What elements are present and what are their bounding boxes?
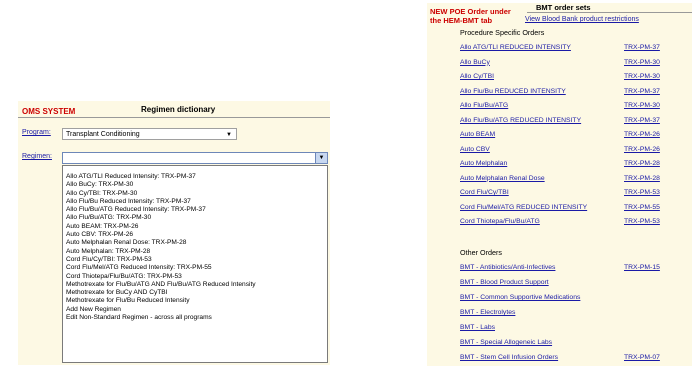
regimen-option[interactable]: Methotrexate for Flu/Bu/ATG AND Flu/Bu/A… [66, 281, 327, 289]
regimen-option[interactable]: Auto Melphalan: TRX-PM-28 [66, 248, 327, 256]
program-select[interactable]: Transplant Conditioning ▼ [62, 128, 237, 140]
order-code-link[interactable]: TRX-PM-30 [624, 73, 660, 80]
regimen-option[interactable]: Cord Flu/Mel/ATG Reduced Intensity: TRX-… [66, 264, 327, 272]
order-code-link[interactable]: TRX-PM-30 [624, 102, 660, 109]
order-row: BMT - Antibiotics/Anti-Infectives TRX-PM… [460, 264, 690, 273]
dropdown-arrow-icon[interactable]: ▼ [315, 153, 327, 163]
order-row: BMT - Blood Product Support [460, 279, 690, 288]
order-row: Allo Flu/Bu/ATG TRX-PM-30 [460, 102, 690, 111]
order-row: BMT - Common Supportive Medications [460, 294, 690, 303]
order-link[interactable]: Auto Melphalan [460, 160, 507, 167]
order-row: Allo Flu/Bu/ATG REDUCED INTENSITY TRX-PM… [460, 117, 690, 126]
regimen-option[interactable]: Methotrexate for BuCy AND CyTBI [66, 289, 327, 297]
order-row: Cord Flu/Mel/ATG REDUCED INTENSITY TRX-P… [460, 204, 690, 213]
oms-system-label: OMS SYSTEM [22, 107, 76, 116]
order-link[interactable]: Allo Flu/Bu/ATG REDUCED INTENSITY [460, 117, 581, 124]
program-selected-value: Transplant Conditioning [66, 131, 140, 138]
bmt-order-sets-panel: NEW POE Order under the HEM-BMT tab BMT … [427, 3, 692, 366]
order-code-link[interactable]: TRX-PM-30 [624, 59, 660, 66]
order-link[interactable]: Allo BuCy [460, 59, 490, 66]
order-code-link[interactable]: TRX-PM-15 [624, 264, 660, 271]
other-orders-heading: Other Orders [460, 248, 502, 257]
regimen-option[interactable]: Cord Flu/Cy/TBI: TRX-PM-53 [66, 256, 327, 264]
page-title: Regimen dictionary [141, 105, 216, 114]
order-row: Allo BuCy TRX-PM-30 [460, 59, 690, 68]
order-row: BMT - Labs [460, 324, 690, 333]
order-link[interactable]: Auto Melphalan Renal Dose [460, 175, 545, 182]
order-link[interactable]: BMT - Blood Product Support [460, 279, 549, 286]
order-code-link[interactable]: TRX-PM-53 [624, 218, 660, 225]
order-link[interactable]: BMT - Antibiotics/Anti-Infectives [460, 264, 555, 271]
order-link[interactable]: Allo Cy/TBI [460, 73, 494, 80]
regimen-option[interactable]: Allo BuCy: TRX-PM-30 [66, 181, 327, 189]
order-code-link[interactable]: TRX-PM-28 [624, 160, 660, 167]
order-code-link[interactable]: TRX-PM-07 [624, 354, 660, 361]
title-divider [18, 117, 330, 118]
order-link[interactable]: BMT - Labs [460, 324, 495, 331]
regimen-option[interactable]: Allo ATG/TLI Reduced Intensity: TRX-PM-3… [66, 173, 327, 181]
regimen-option[interactable]: Allo Flu/Bu Reduced Intensity: TRX-PM-37 [66, 198, 327, 206]
order-row: BMT - Special Allogeneic Labs [460, 339, 690, 348]
order-link[interactable]: BMT - Electrolytes [460, 309, 515, 316]
title-divider [527, 12, 692, 13]
order-row: Allo Cy/TBI TRX-PM-30 [460, 73, 690, 82]
regimen-option[interactable]: Allo Flu/Bu/ATG Reduced Intensity: TRX-P… [66, 206, 327, 214]
order-code-link[interactable]: TRX-PM-26 [624, 131, 660, 138]
order-link[interactable]: Allo Flu/Bu REDUCED INTENSITY [460, 88, 566, 95]
regimen-option[interactable]: Allo Cy/TBI: TRX-PM-30 [66, 190, 327, 198]
regimen-label[interactable]: Regimen: [22, 153, 52, 160]
order-row: Allo ATG/TLI REDUCED INTENSITY TRX-PM-37 [460, 44, 690, 53]
bmt-title: BMT order sets [536, 3, 591, 12]
regimen-dropdown-list[interactable]: Allo ATG/TLI Reduced Intensity: TRX-PM-3… [62, 165, 328, 363]
order-row: Allo Flu/Bu REDUCED INTENSITY TRX-PM-37 [460, 88, 690, 97]
regimen-option[interactable]: Auto Melphalan Renal Dose: TRX-PM-28 [66, 239, 327, 247]
order-row: BMT - Electrolytes [460, 309, 690, 318]
order-row: Cord Thiotepa/Flu/Bu/ATG TRX-PM-53 [460, 218, 690, 227]
order-row: Auto Melphalan Renal Dose TRX-PM-28 [460, 175, 690, 184]
order-row: Auto CBV TRX-PM-26 [460, 146, 690, 155]
order-link[interactable]: Allo Flu/Bu/ATG [460, 102, 508, 109]
order-link[interactable]: Auto CBV [460, 146, 490, 153]
order-row: BMT - Stem Cell Infusion Orders TRX-PM-0… [460, 354, 690, 363]
regimen-option[interactable]: Cord Thiotepa/Flu/Bu/ATG: TRX-PM-53 [66, 273, 327, 281]
regimen-option[interactable]: Auto CBV: TRX-PM-26 [66, 231, 327, 239]
order-link[interactable]: BMT - Common Supportive Medications [460, 294, 580, 301]
chevron-down-icon: ▼ [226, 132, 232, 138]
order-code-link[interactable]: TRX-PM-28 [624, 175, 660, 182]
order-row: Cord Flu/Cy/TBI TRX-PM-53 [460, 189, 690, 198]
regimen-option[interactable]: Allo Flu/Bu/ATG: TRX-PM-30 [66, 214, 327, 222]
order-code-link[interactable]: TRX-PM-37 [624, 88, 660, 95]
regimen-option[interactable]: Auto BEAM: TRX-PM-26 [66, 223, 327, 231]
blood-bank-restrictions-link[interactable]: View Blood Bank product restrictions [525, 16, 639, 23]
order-code-link[interactable]: TRX-PM-53 [624, 189, 660, 196]
order-link[interactable]: Auto BEAM [460, 131, 495, 138]
regimen-option[interactable]: Methotrexate for Flu/Bu Reduced Intensit… [66, 297, 327, 305]
regimen-option-add-new[interactable]: Add New Regimen [66, 306, 327, 314]
order-link[interactable]: Cord Thiotepa/Flu/Bu/ATG [460, 218, 540, 225]
order-code-link[interactable]: TRX-PM-37 [624, 117, 660, 124]
program-label[interactable]: Program: [22, 129, 51, 136]
order-code-link[interactable]: TRX-PM-26 [624, 146, 660, 153]
order-row: Auto Melphalan TRX-PM-28 [460, 160, 690, 169]
procedure-specific-heading: Procedure Specific Orders [460, 28, 545, 37]
regimen-dictionary-panel: OMS SYSTEM Regimen dictionary Program: T… [18, 101, 330, 365]
order-code-link[interactable]: TRX-PM-55 [624, 204, 660, 211]
order-link[interactable]: BMT - Special Allogeneic Labs [460, 339, 552, 346]
order-code-link[interactable]: TRX-PM-37 [624, 44, 660, 51]
regimen-option-edit-non-standard[interactable]: Edit Non-Standard Regimen - across all p… [66, 314, 327, 322]
order-link[interactable]: Cord Flu/Mel/ATG REDUCED INTENSITY [460, 204, 587, 211]
new-poe-note: NEW POE Order under the HEM-BMT tab [430, 7, 511, 25]
order-link[interactable]: Cord Flu/Cy/TBI [460, 189, 509, 196]
regimen-select[interactable]: ▼ [62, 152, 328, 164]
order-link[interactable]: Allo ATG/TLI REDUCED INTENSITY [460, 44, 571, 51]
order-link[interactable]: BMT - Stem Cell Infusion Orders [460, 354, 558, 361]
order-row: Auto BEAM TRX-PM-26 [460, 131, 690, 140]
